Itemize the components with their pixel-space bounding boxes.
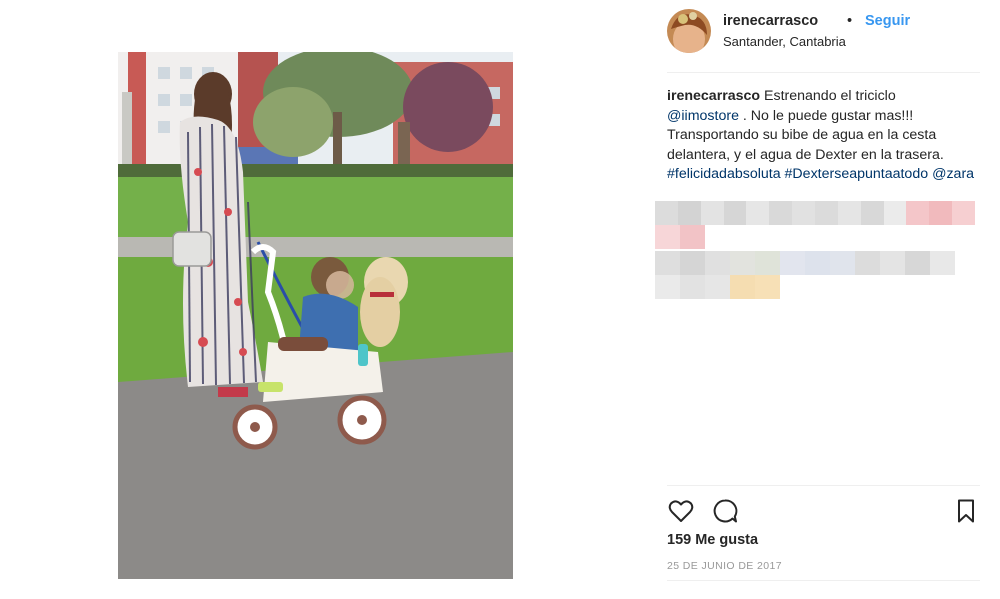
post-date[interactable]: 25 DE JUNIO DE 2017: [667, 560, 782, 572]
mention-link[interactable]: @iimostore: [667, 108, 739, 124]
pixelated-row: [655, 275, 975, 299]
pixelated-row: [655, 225, 975, 249]
caption-text: Estrenando el triciclo: [760, 88, 896, 104]
post-side-panel: irenecarrasco • Seguir Santander, Cantab…: [640, 0, 1000, 599]
photo-illustration: [118, 52, 513, 579]
mention-link[interactable]: @zara: [932, 166, 974, 182]
avatar-image: [667, 9, 711, 53]
caption-author-link[interactable]: irenecarrasco: [667, 88, 760, 104]
heart-icon[interactable]: [667, 497, 695, 525]
location-link[interactable]: Santander, Cantabria: [723, 34, 846, 49]
likes-count[interactable]: 159 Me gusta: [667, 532, 758, 548]
header-divider: [667, 72, 980, 73]
post-actions: [667, 497, 980, 525]
post-photo[interactable]: [118, 52, 513, 579]
pixelated-row: [655, 201, 976, 225]
pixelated-row: [655, 251, 975, 275]
comment-icon[interactable]: [711, 497, 739, 525]
follow-button[interactable]: Seguir: [865, 13, 910, 29]
post-header: irenecarrasco • Seguir Santander, Cantab…: [667, 9, 980, 69]
pixelated-comments: [655, 201, 976, 299]
actions-divider: [667, 485, 980, 486]
hashtag-link[interactable]: #felicidadabsoluta: [667, 166, 781, 182]
post-caption: irenecarrasco Estrenando el triciclo @ii…: [667, 87, 987, 185]
username-link[interactable]: irenecarrasco: [723, 13, 818, 29]
bookmark-icon[interactable]: [952, 497, 980, 525]
comment-divider: [667, 580, 980, 581]
hashtag-link[interactable]: #Dexterseapuntaatodo: [785, 166, 929, 182]
separator-dot: •: [847, 13, 853, 29]
avatar[interactable]: [667, 9, 711, 53]
photo-pane: [0, 0, 640, 599]
